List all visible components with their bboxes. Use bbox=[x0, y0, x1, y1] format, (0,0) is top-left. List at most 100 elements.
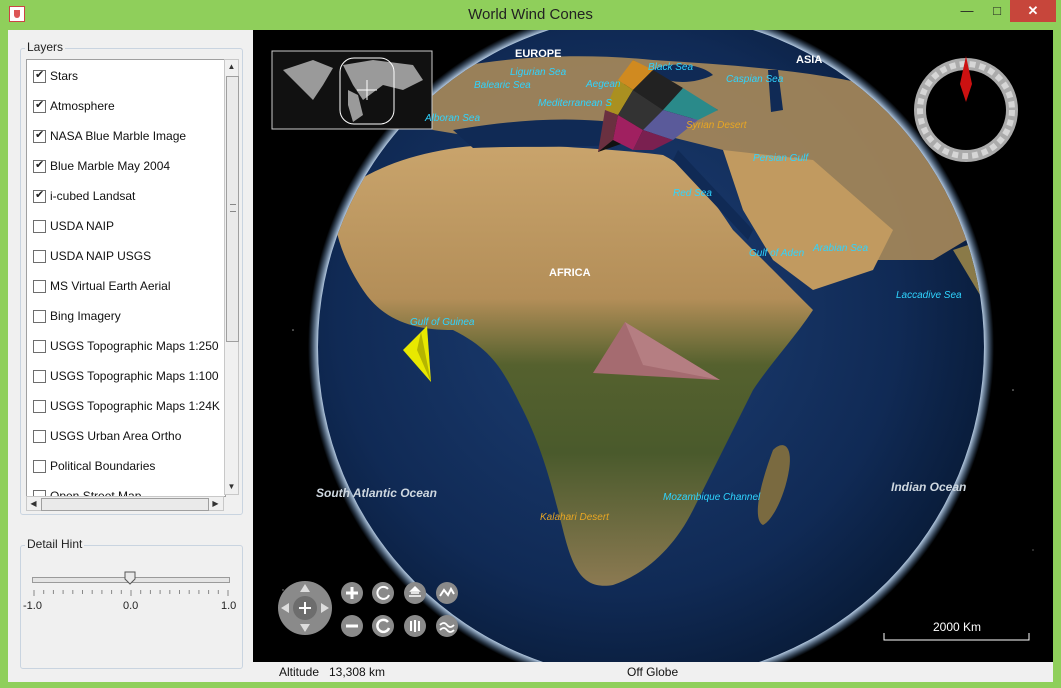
layer-checkbox[interactable] bbox=[33, 370, 46, 383]
horizontal-scroll-thumb[interactable] bbox=[41, 498, 209, 511]
label-arabian-sea: Arabian Sea bbox=[813, 243, 869, 254]
layers-horizontal-scrollbar[interactable]: ◀ ▶ bbox=[26, 496, 224, 511]
layer-item[interactable]: USGS Topographic Maps 1:250 bbox=[33, 338, 225, 356]
app-window: World Wind Cones — □ ✕ Layers Stars Atmos… bbox=[0, 0, 1061, 688]
layer-label: Bing Imagery bbox=[50, 309, 121, 323]
label-black-sea: Black Sea bbox=[648, 62, 694, 73]
window-title: World Wind Cones bbox=[468, 6, 593, 23]
detail-hint-title: Detail Hint bbox=[25, 537, 85, 551]
layer-checkbox[interactable] bbox=[33, 280, 46, 293]
layer-label: NASA Blue Marble Image bbox=[50, 129, 187, 143]
zoom-in-icon[interactable] bbox=[341, 582, 363, 604]
exaggeration-up-icon[interactable] bbox=[436, 582, 458, 604]
label-alboran-sea: Alboran Sea bbox=[425, 113, 481, 124]
detail-hint-panel: Detail Hint -1.0 0.0 1.0 bbox=[20, 537, 243, 669]
layer-item[interactable]: USGS Urban Area Ortho bbox=[33, 428, 225, 446]
layer-item[interactable]: Blue Marble May 2004 bbox=[33, 158, 225, 176]
layer-item[interactable]: Atmosphere bbox=[33, 98, 225, 116]
label-mediterranean: Mediterranean S bbox=[538, 98, 612, 109]
altitude-value: 13,308 km bbox=[329, 665, 386, 679]
pan-control-icon[interactable] bbox=[278, 581, 332, 635]
label-south-atlantic-ocean: South Atlantic Ocean bbox=[316, 486, 437, 500]
detail-hint-slider-thumb[interactable] bbox=[124, 571, 136, 585]
layer-label: Atmosphere bbox=[50, 99, 115, 113]
layer-item[interactable]: Stars bbox=[33, 68, 225, 86]
close-button[interactable]: ✕ bbox=[1010, 0, 1056, 22]
label-caspian-sea: Caspian Sea bbox=[726, 74, 784, 85]
world-wind-canvas[interactable]: EUROPE ASIA AFRICA Ligurian Sea Balearic… bbox=[253, 30, 1053, 662]
layer-label: Political Boundaries bbox=[50, 459, 156, 473]
scroll-up-icon[interactable]: ▲ bbox=[225, 60, 238, 74]
layer-checkbox[interactable] bbox=[33, 128, 46, 143]
label-africa: AFRICA bbox=[549, 267, 591, 279]
label-laccadive-sea: Laccadive Sea bbox=[896, 290, 962, 301]
layer-checkbox[interactable] bbox=[33, 68, 46, 83]
label-mozambique-channel: Mozambique Channel bbox=[663, 492, 761, 503]
label-ligurian-sea: Ligurian Sea bbox=[510, 67, 567, 78]
slider-min-label: -1.0 bbox=[23, 600, 42, 612]
layer-label: USDA NAIP USGS bbox=[50, 249, 152, 263]
rotate-left-icon[interactable] bbox=[372, 582, 394, 604]
layer-checkbox[interactable] bbox=[33, 340, 46, 353]
layers-vertical-scrollbar[interactable]: ▲ ▼ bbox=[224, 59, 239, 495]
layer-checkbox[interactable] bbox=[33, 250, 46, 263]
heading-reset-icon[interactable] bbox=[372, 615, 394, 637]
client-area: Layers Stars Atmosphere NASA Blue Marble I… bbox=[8, 30, 1053, 682]
layer-item[interactable]: USDA NAIP bbox=[33, 218, 225, 236]
layer-item[interactable]: USGS Topographic Maps 1:24K bbox=[33, 398, 225, 416]
layer-checkbox[interactable] bbox=[33, 98, 46, 113]
scroll-right-icon[interactable]: ▶ bbox=[209, 497, 222, 511]
layers-panel-title: Layers bbox=[25, 40, 66, 54]
scroll-down-icon[interactable]: ▼ bbox=[225, 480, 238, 494]
layer-item[interactable]: Bing Imagery bbox=[33, 308, 225, 326]
scroll-left-icon[interactable]: ◀ bbox=[27, 497, 40, 511]
layer-item[interactable]: NASA Blue Marble Image bbox=[33, 128, 225, 146]
layer-checkbox[interactable] bbox=[33, 220, 46, 233]
compass-icon[interactable] bbox=[914, 56, 1018, 162]
slider-max-label: 1.0 bbox=[221, 600, 237, 612]
label-kalahari-desert: Kalahari Desert bbox=[540, 512, 609, 523]
pitch-up-icon[interactable] bbox=[404, 582, 426, 604]
label-gulf-of-aden: Gulf of Aden bbox=[749, 248, 805, 259]
slider-mid-label: 0.0 bbox=[123, 600, 139, 612]
minimize-button[interactable]: — bbox=[952, 0, 982, 22]
layer-label: MS Virtual Earth Aerial bbox=[50, 279, 171, 293]
layer-label: Stars bbox=[50, 69, 79, 83]
layer-checkbox[interactable] bbox=[33, 460, 46, 473]
layer-item[interactable]: USGS Topographic Maps 1:100 bbox=[33, 368, 225, 386]
label-aegean: Aegean bbox=[586, 79, 621, 90]
layer-label: Blue Marble May 2004 bbox=[50, 159, 171, 173]
exaggeration-down-icon[interactable] bbox=[436, 615, 458, 637]
world-map-inset[interactable] bbox=[271, 50, 433, 130]
layer-checkbox[interactable] bbox=[33, 400, 46, 413]
title-bar[interactable]: World Wind Cones — □ ✕ bbox=[0, 0, 1061, 30]
slider-ticks bbox=[33, 590, 229, 596]
layer-label: USGS Urban Area Ortho bbox=[50, 429, 182, 443]
globe-status: Off Globe bbox=[627, 665, 679, 679]
vertical-scroll-thumb[interactable] bbox=[226, 76, 239, 342]
layer-checkbox[interactable] bbox=[33, 430, 46, 443]
layer-checkbox[interactable] bbox=[33, 310, 46, 323]
grip-icon bbox=[230, 204, 236, 212]
layer-item[interactable]: i-cubed Landsat bbox=[33, 188, 225, 206]
label-red-sea: Red Sea bbox=[673, 188, 712, 199]
layer-label: USGS Topographic Maps 1:24K bbox=[50, 399, 220, 413]
layer-label: USGS Topographic Maps 1:250 bbox=[50, 339, 219, 353]
layer-item[interactable]: USDA NAIP USGS bbox=[33, 248, 225, 266]
maximize-button[interactable]: □ bbox=[982, 0, 1012, 22]
layers-list[interactable]: Stars Atmosphere NASA Blue Marble Image Blu… bbox=[26, 59, 226, 497]
layers-panel: Layers Stars Atmosphere NASA Blue Marble I… bbox=[20, 40, 243, 515]
label-syrian-desert: Syrian Desert bbox=[686, 120, 747, 131]
zoom-out-icon[interactable] bbox=[341, 615, 363, 637]
label-asia: ASIA bbox=[796, 54, 823, 66]
layer-item[interactable]: Political Boundaries bbox=[33, 458, 225, 476]
pitch-down-icon[interactable] bbox=[404, 615, 426, 637]
layer-item[interactable]: MS Virtual Earth Aerial bbox=[33, 278, 225, 296]
layer-label: i-cubed Landsat bbox=[50, 189, 136, 203]
layer-checkbox[interactable] bbox=[33, 158, 46, 173]
label-balearic-sea: Balearic Sea bbox=[474, 80, 531, 91]
globe-scene bbox=[271, 30, 1034, 662]
label-gulf-of-guinea: Gulf of Guinea bbox=[410, 317, 475, 328]
scale-bar-label: 2000 Km bbox=[933, 620, 982, 634]
layer-checkbox[interactable] bbox=[33, 188, 46, 203]
